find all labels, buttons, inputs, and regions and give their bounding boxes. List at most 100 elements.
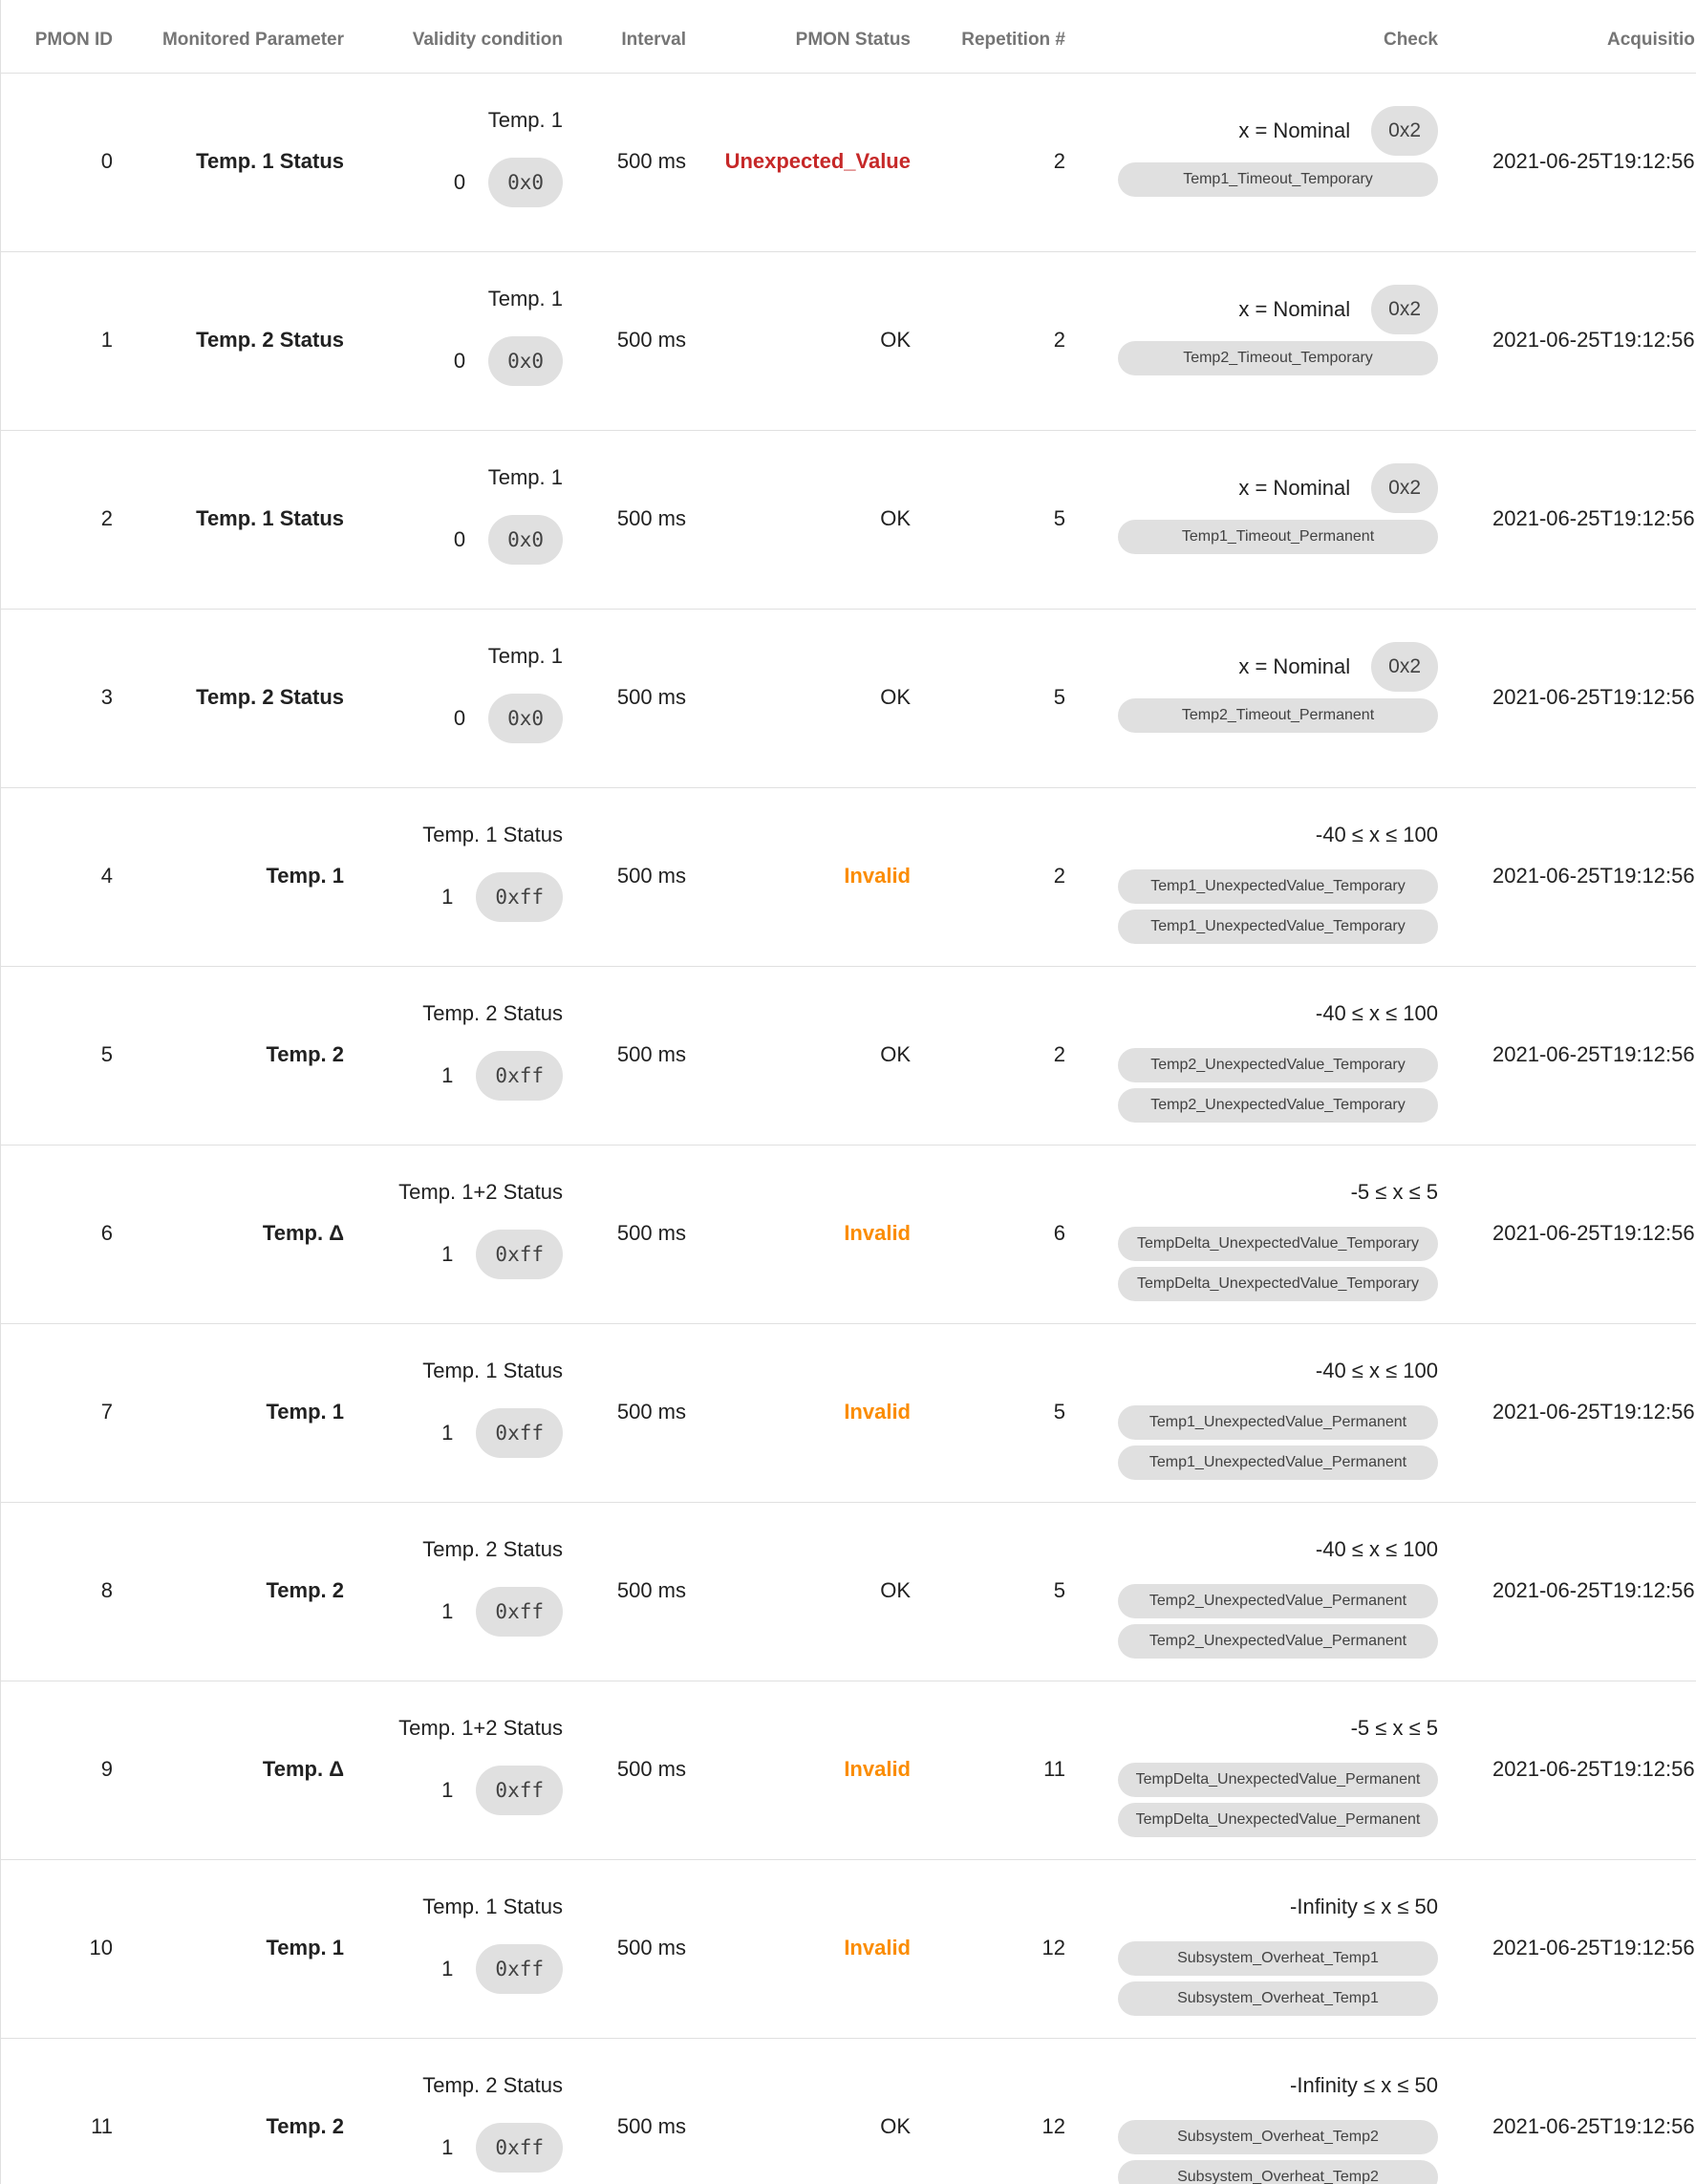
table-row[interactable]: 6 Temp. Δ Temp. 1+2 Status 1 0xff 500 ms Inval… (0, 1146, 1696, 1324)
table-row[interactable]: 2 Temp. 1 Status Temp. 1 0 0x0 500 ms OK 5 x = N… (0, 431, 1696, 610)
pmon-status-cell: OK (880, 1578, 911, 1602)
event-definition-chip[interactable]: Subsystem_Overheat_Temp2 (1118, 2160, 1438, 2184)
validity-mask-chip: 0x0 (488, 694, 563, 743)
col-header-interval[interactable]: Interval (592, 30, 686, 51)
pmon-id-cell: 4 (100, 864, 113, 888)
event-definition-chip[interactable]: TempDelta_UnexpectedValue_Permanent (1118, 1763, 1438, 1797)
check-cell: -40 ≤ x ≤ 100 Temp1_UnexpectedValue_Perma… (1118, 1324, 1438, 1503)
table-row[interactable]: 3 Temp. 2 Status Temp. 1 0 0x0 500 ms OK 5 x = N… (0, 610, 1696, 788)
event-definition-chip[interactable]: TempDelta_UnexpectedValue_Temporary (1118, 1267, 1438, 1301)
acquisition-time-cell: 2021-06-25T19:12:56. (1492, 1757, 1696, 1781)
event-definition-chip[interactable]: Subsystem_Overheat_Temp1 (1118, 1981, 1438, 2016)
event-definition-chip[interactable]: Temp2_Timeout_Temporary (1118, 341, 1438, 375)
table-row[interactable]: 11 Temp. 2 Temp. 2 Status 1 0xff 500 ms OK 12 -I… (0, 2039, 1696, 2184)
pmon-id-cell: 9 (100, 1757, 113, 1781)
table-row[interactable]: 0 Temp. 1 Status Temp. 1 0 0x0 500 ms Unexpect… (0, 74, 1696, 252)
pmon-id-cell: 6 (100, 1221, 113, 1245)
event-definition-chip[interactable]: Temp2_UnexpectedValue_Permanent (1118, 1624, 1438, 1659)
validity-expected-value: 0 (453, 349, 466, 373)
col-header-monitored-parameter[interactable]: Monitored Parameter (115, 30, 344, 51)
check-mask-chip: 0x2 (1371, 106, 1438, 156)
acquisition-time-cell: 2021-06-25T19:12:56. (1492, 2114, 1696, 2138)
pmon-status-cell: Invalid (844, 1221, 911, 1245)
check-cell: -Infinity ≤ x ≤ 50 Subsystem_Overheat_Tem… (1118, 1860, 1438, 2039)
validity-parameter: Temp. 1 Status (422, 1359, 563, 1382)
pmon-table: PMON ID Monitored Parameter Validity con… (0, 0, 1696, 2184)
col-header-pmon-id[interactable]: PMON ID (0, 30, 113, 51)
pmon-status-cell: OK (880, 1042, 911, 1066)
col-header-pmon-status[interactable]: PMON Status (707, 30, 911, 51)
check-mask-chip: 0x2 (1371, 285, 1438, 334)
col-header-check[interactable]: Check (1118, 30, 1438, 51)
validity-parameter: Temp. 2 Status (422, 1537, 563, 1561)
event-definition-chip[interactable]: Temp1_Timeout_Permanent (1118, 520, 1438, 554)
repetition-cell: 12 (1041, 1936, 1065, 1959)
event-definition-chip[interactable]: Temp1_UnexpectedValue_Permanent (1118, 1445, 1438, 1480)
pmon-status-cell: Invalid (844, 1757, 911, 1781)
col-header-validity-condition[interactable]: Validity condition (382, 30, 563, 51)
event-definition-chip[interactable]: Temp2_UnexpectedValue_Permanent (1118, 1584, 1438, 1618)
table-header: PMON ID Monitored Parameter Validity con… (0, 0, 1696, 74)
event-definition-chip[interactable]: Temp1_Timeout_Temporary (1118, 162, 1438, 197)
check-cell: x = Nominal 0x2 Temp2_Timeout_Temporary (1118, 252, 1438, 431)
event-definition-chip[interactable]: TempDelta_UnexpectedValue_Temporary (1118, 1227, 1438, 1261)
table-row[interactable]: 7 Temp. 1 Temp. 1 Status 1 0xff 500 ms Invalid… (0, 1324, 1696, 1503)
pmon-id-cell: 5 (100, 1042, 113, 1066)
event-definition-chip[interactable]: Temp2_UnexpectedValue_Temporary (1118, 1088, 1438, 1123)
repetition-cell: 5 (1053, 506, 1065, 530)
validity-mask-chip: 0xff (476, 1944, 563, 1994)
event-definition-chip[interactable]: Temp2_UnexpectedValue_Temporary (1118, 1048, 1438, 1082)
interval-cell: 500 ms (616, 685, 686, 709)
check-cell: -40 ≤ x ≤ 100 Temp1_UnexpectedValue_Tempo… (1118, 788, 1438, 967)
acquisition-time-cell: 2021-06-25T19:12:56. (1492, 1042, 1696, 1066)
monitored-parameter-cell: Temp. Δ (262, 1757, 344, 1781)
event-definition-chip[interactable]: Subsystem_Overheat_Temp1 (1118, 1941, 1438, 1976)
event-definition-chip[interactable]: Temp1_UnexpectedValue_Temporary (1118, 910, 1438, 944)
table-row[interactable]: 4 Temp. 1 Temp. 1 Status 1 0xff 500 ms Invalid… (0, 788, 1696, 967)
interval-cell: 500 ms (616, 149, 686, 173)
table-row[interactable]: 8 Temp. 2 Temp. 2 Status 1 0xff 500 ms OK 5 -40 … (0, 1503, 1696, 1681)
pmon-id-cell: 0 (100, 149, 113, 173)
repetition-cell: 11 (1043, 1757, 1065, 1781)
event-definition-chip[interactable]: TempDelta_UnexpectedValue_Permanent (1118, 1803, 1438, 1837)
validity-expected-value: 1 (441, 1957, 454, 1981)
validity-value-group: 1 0xff (382, 1408, 563, 1458)
event-definition-chip[interactable]: Temp2_Timeout_Permanent (1118, 698, 1438, 733)
validity-value-group: 1 0xff (382, 1766, 563, 1815)
validity-expected-value: 0 (453, 170, 466, 194)
table-row[interactable]: 1 Temp. 2 Status Temp. 1 0 0x0 500 ms OK 2 x = N… (0, 252, 1696, 431)
table-row[interactable]: 10 Temp. 1 Temp. 1 Status 1 0xff 500 ms Invali… (0, 1860, 1696, 2039)
check-range: -40 ≤ x ≤ 100 (1315, 823, 1438, 846)
validity-mask-chip: 0xff (476, 1587, 563, 1637)
event-definition-chip[interactable]: Subsystem_Overheat_Temp2 (1118, 2120, 1438, 2154)
pmon-id-cell: 10 (89, 1936, 113, 1959)
check-cell: -40 ≤ x ≤ 100 Temp2_UnexpectedValue_Tempo… (1118, 967, 1438, 1146)
validity-value-group: 1 0xff (382, 1587, 563, 1637)
col-header-repetition[interactable]: Repetition # (936, 30, 1065, 51)
acquisition-time-cell: 2021-06-25T19:12:56. (1492, 1221, 1696, 1245)
interval-cell: 500 ms (616, 1042, 686, 1066)
interval-cell: 500 ms (616, 1578, 686, 1602)
event-definition-chip[interactable]: Temp1_UnexpectedValue_Permanent (1118, 1405, 1438, 1440)
validity-parameter: Temp. 1 (487, 108, 563, 132)
check-cell: -40 ≤ x ≤ 100 Temp2_UnexpectedValue_Perma… (1118, 1503, 1438, 1681)
table-row[interactable]: 9 Temp. Δ Temp. 1+2 Status 1 0xff 500 ms Inval… (0, 1681, 1696, 1860)
pmon-status-cell: OK (880, 328, 911, 352)
check-expected-value: x = Nominal (1238, 297, 1351, 321)
check-mask-chip: 0x2 (1371, 463, 1438, 513)
acquisition-time-cell: 2021-06-25T19:12:56. (1492, 685, 1696, 709)
check-cell: x = Nominal 0x2 Temp2_Timeout_Permanent (1118, 610, 1438, 788)
pmon-id-cell: 1 (100, 328, 113, 352)
interval-cell: 500 ms (616, 1936, 686, 1959)
acquisition-time-cell: 2021-06-25T19:12:56. (1492, 1578, 1696, 1602)
event-definition-chip[interactable]: Temp1_UnexpectedValue_Temporary (1118, 869, 1438, 904)
col-header-acquisition[interactable]: Acquisition (1607, 30, 1696, 51)
check-cell: -5 ≤ x ≤ 5 TempDelta_UnexpectedValue_Temp… (1118, 1146, 1438, 1324)
pmon-status-cell: Invalid (844, 864, 911, 888)
table-row[interactable]: 5 Temp. 2 Temp. 2 Status 1 0xff 500 ms OK 2 -40 … (0, 967, 1696, 1146)
validity-expected-value: 0 (453, 527, 466, 551)
validity-parameter: Temp. 1 (487, 644, 563, 668)
validity-expected-value: 1 (441, 1063, 454, 1087)
acquisition-time-cell: 2021-06-25T19:12:56. (1492, 149, 1696, 173)
monitored-parameter-cell: Temp. 2 (266, 2114, 344, 2138)
